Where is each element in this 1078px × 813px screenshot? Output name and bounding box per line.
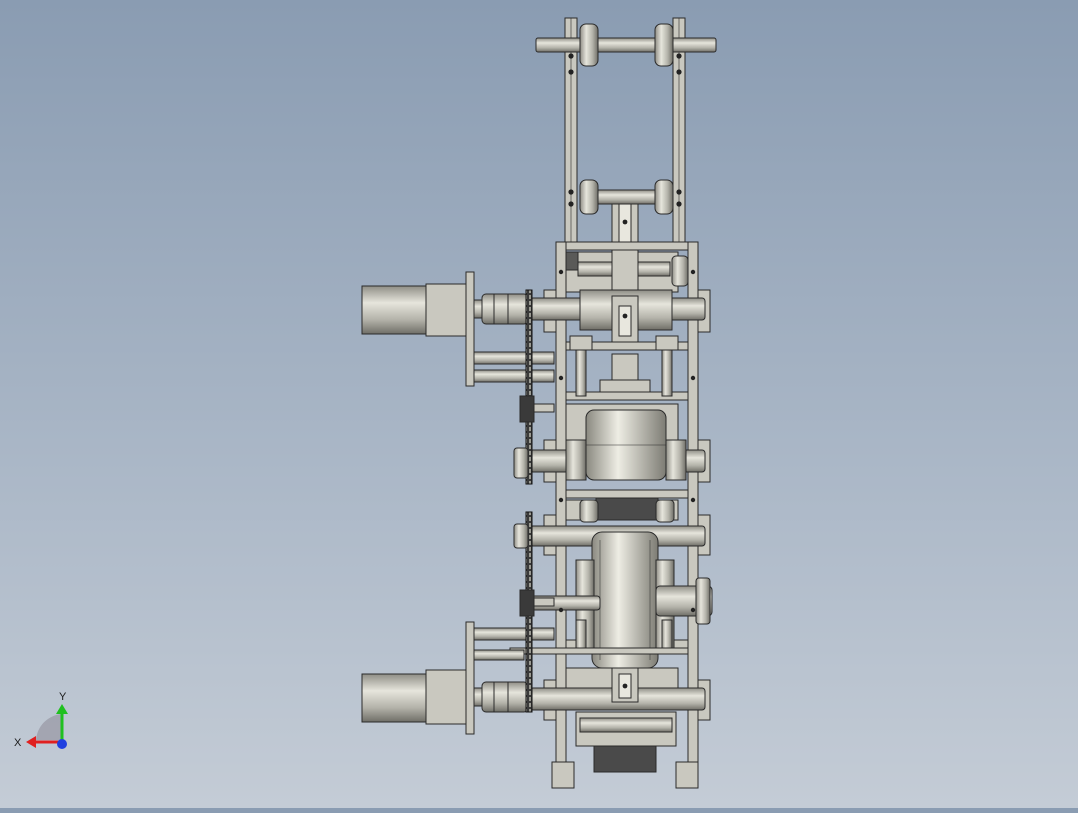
bottom-block[interactable] [575,711,677,773]
cad-viewport[interactable]: Y X [0,0,1078,808]
triad-x-label: X [14,737,22,749]
lower-drive-motor[interactable] [361,621,555,735]
triad-z-dot [57,739,67,749]
triad-y-arrowhead [56,704,68,714]
upper-slide-assembly[interactable] [565,249,689,297]
triad-x-arrowhead [26,736,36,748]
coordinate-triad[interactable]: Y X [14,691,68,749]
sprocket-brackets [533,403,555,607]
assembly-drawing: Y X [14,17,717,789]
right-bearing-flanges[interactable] [697,289,711,721]
top-guide-roller[interactable] [535,23,717,67]
second-guide-roller[interactable] [579,179,674,245]
triad-y-label: Y [59,691,67,703]
dark-press-roller[interactable] [565,497,679,523]
triad-plane [36,714,62,740]
upper-drive-motor[interactable] [361,271,555,387]
